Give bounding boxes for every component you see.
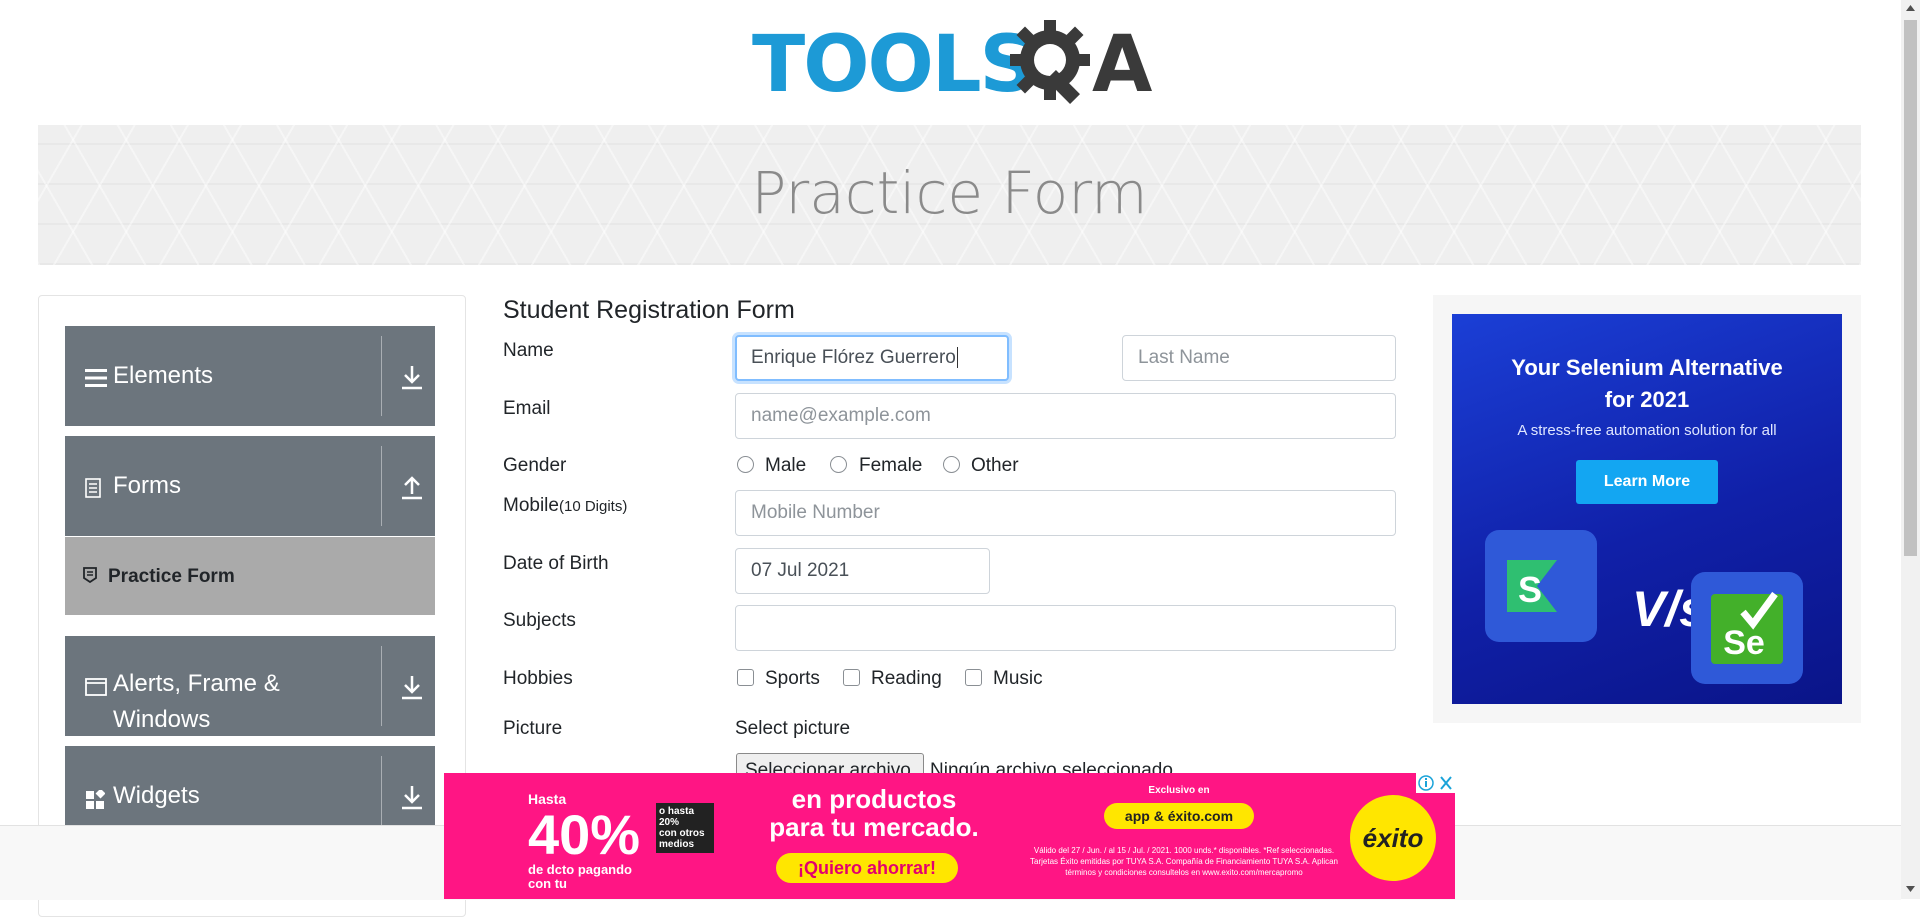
subjects-input[interactable] [735,605,1396,651]
ad-headline: en productos para tu mercado. [744,785,1004,841]
selenium-logo-icon: Se [1711,591,1783,664]
download-arrow-icon[interactable] [399,782,425,812]
katalon-logo-icon: S [1507,560,1557,612]
divider [381,446,382,526]
exito-logo: éxito [1350,795,1436,881]
divider [381,336,382,416]
ad-subtitle: A stress-free automation solution for al… [1517,422,1777,439]
svg-text:S: S [1518,569,1542,610]
gender-label: Gender [503,455,567,476]
ad-side-note: o hasta 20% con otros medios [656,803,714,853]
email-input[interactable]: name@example.com [735,393,1396,439]
mobile-label: Mobile(10 Digits) [503,495,627,517]
sidebar-item-label: Practice Form [108,566,235,587]
sidebar-item-practice-form[interactable]: Practice Form [65,537,435,615]
page-scrollbar[interactable] [1901,0,1920,899]
select-picture-label: Select picture [735,718,851,739]
name-label: Name [503,340,554,361]
last-name-input[interactable]: Last Name [1122,335,1396,381]
mobile-hint: (10 Digits) [558,498,628,515]
picture-label: Picture [503,718,563,739]
learn-more-button[interactable]: Learn More [1576,460,1718,504]
gear-q-icon [1010,20,1090,104]
ad-side-note-pct: o hasta 20% [659,806,695,828]
date-of-birth-input[interactable]: 07 Jul 2021 [735,548,990,594]
hamburger-icon [85,369,107,387]
subjects-label: Subjects [503,610,576,631]
ad-title-line1: Your Selenium Alternative [1511,355,1783,380]
ad-title-line2: for 2021 [1604,387,1690,412]
divider [381,756,382,836]
window-icon [85,678,107,696]
gender-other-label[interactable]: Other [971,455,1019,477]
gender-female-label[interactable]: Female [859,455,922,477]
ad-discount-block: Hasta 40% de dcto pagando con tu [528,791,640,891]
sidebar-group-alerts[interactable]: Alerts, Frame & Windows [65,636,435,736]
sidebar-group-label: Alerts, Frame & [113,670,280,697]
first-name-input[interactable]: Enrique Flórez Guerrero [735,335,1009,381]
scroll-up-arrow-icon[interactable] [1906,5,1915,11]
gender-other-radio[interactable] [943,456,960,473]
sidebar-group-label: Elements [113,362,214,389]
toolsqa-logo[interactable]: TOOLS A [752,20,1152,112]
download-arrow-icon[interactable] [399,672,425,702]
ad-title: Your Selenium Alternative for 2021 [1452,352,1842,416]
email-label: Email [503,398,551,419]
sidebar: Elements Forms Practice Form Alerts, Fra… [38,295,466,917]
ad-cta-button[interactable]: ¡Quiero ahorrar! [776,853,958,883]
gender-male-label[interactable]: Male [765,455,806,477]
scrollbar-thumb[interactable] [1904,20,1917,556]
scroll-down-arrow-icon[interactable] [1906,886,1915,892]
hobby-sports-label[interactable]: Sports [765,668,820,690]
ad-headline-line2: para tu mercado. [769,812,979,842]
selenium-logo-tile: Se [1691,572,1803,684]
page-banner: Practice Form [38,125,1861,265]
dob-label: Date of Birth [503,553,609,574]
hobby-sports-checkbox[interactable] [737,669,754,686]
document-icon [85,478,101,498]
gender-female-radio[interactable] [830,456,847,473]
sidebar-group-elements[interactable]: Elements [65,326,435,426]
sidebar-group-label-line2: Windows [113,706,211,733]
logo-text-a: A [1092,20,1153,110]
svg-text:Se: Se [1723,624,1765,662]
download-arrow-icon[interactable] [399,362,425,392]
logo-text-tools: TOOLS [752,20,1036,110]
katalon-logo-tile: S [1485,530,1597,642]
ad-controls [1416,773,1456,793]
mobile-label-text: Mobile [503,495,559,516]
divider [381,646,382,726]
bottom-banner-ad[interactable]: Hasta 40% de dcto pagando con tu o hasta… [444,773,1455,899]
hobby-music-checkbox[interactable] [965,669,982,686]
sidebar-group-label: Forms [113,472,181,499]
form-item-icon [83,567,97,583]
text-caret [956,347,958,368]
ad-percent: 40% [528,803,641,866]
widgets-icon [86,790,105,809]
mobile-input[interactable]: Mobile Number [735,490,1396,536]
ad-app-badge: app & éxito.com [1104,803,1254,829]
first-name-value: Enrique Flórez Guerrero [751,347,956,368]
sidebar-group-forms[interactable]: Forms [65,436,435,536]
ad-headline-line1: en productos [791,784,957,814]
hobby-reading-label[interactable]: Reading [871,668,942,690]
hobby-reading-checkbox[interactable] [843,669,860,686]
ad-exclusive-text: Exclusivo en [1148,785,1210,796]
ad-fine-print: Válido del 27 / Jun. / al 15 / Jul. / 20… [1030,846,1338,877]
ad-side-note-text: con otros medios [659,828,705,850]
gender-male-radio[interactable] [737,456,754,473]
adchoices-close-icons[interactable] [1416,773,1456,793]
upload-arrow-icon[interactable] [399,472,425,502]
hobbies-label: Hobbies [503,668,573,689]
form-title: Student Registration Form [503,296,795,324]
page-title: Practice Form [751,159,1148,227]
right-ad[interactable]: Your Selenium Alternative for 2021 A str… [1452,314,1842,704]
ad-paying: de dcto pagando con tu [528,862,632,891]
sidebar-group-label: Widgets [113,782,200,809]
hobby-music-label[interactable]: Music [993,668,1043,690]
